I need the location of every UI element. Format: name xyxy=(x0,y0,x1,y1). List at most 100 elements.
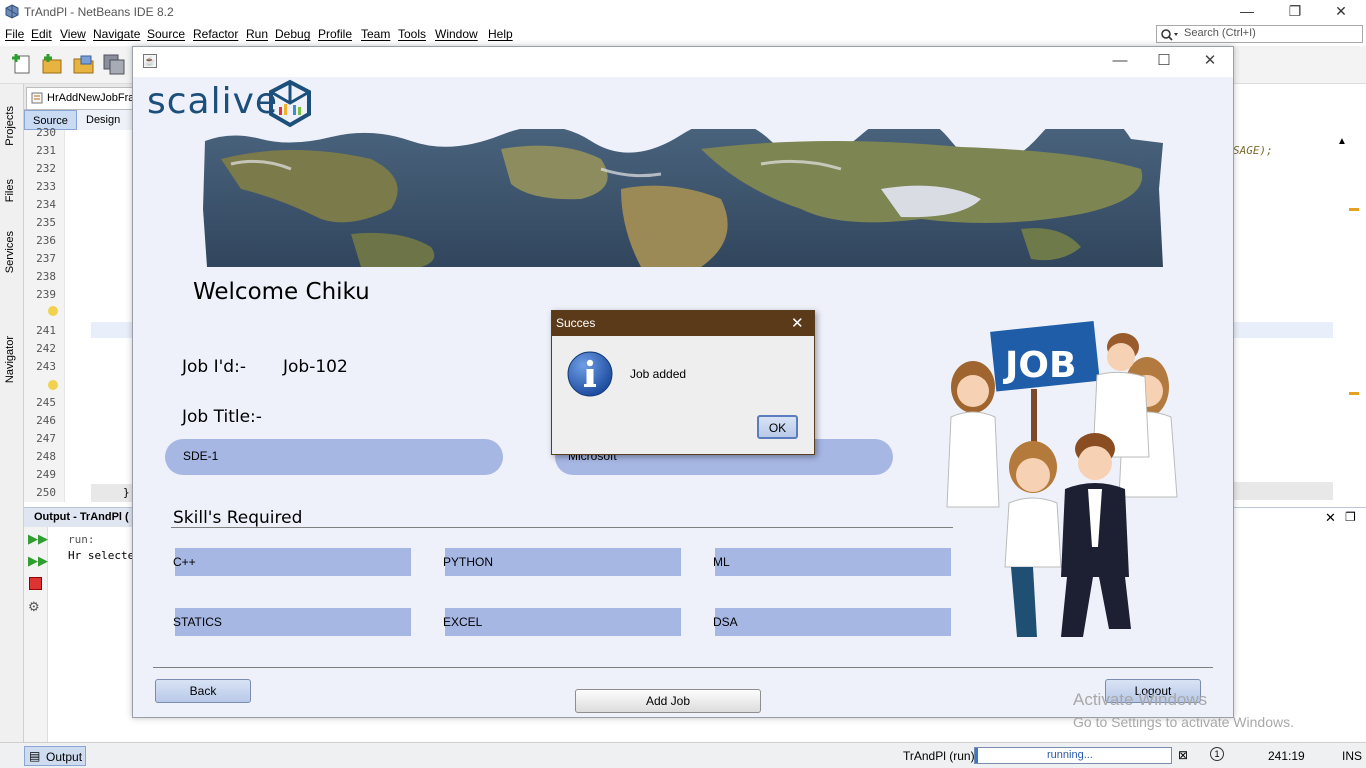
line-number: 237 xyxy=(36,252,56,265)
output-panel-header: Output - TrAndPl ( xyxy=(24,507,134,527)
skill-value: EXCEL xyxy=(443,615,483,629)
frame-close-button[interactable]: ✕ xyxy=(1187,51,1233,73)
add-job-button[interactable]: Add Job xyxy=(575,689,761,713)
code-editor[interactable]: } xyxy=(64,130,135,502)
line-number: 242 xyxy=(36,342,56,355)
editor-right-portion[interactable]: SAGE); ▲ xyxy=(1233,84,1366,502)
menu-tools[interactable]: Tools xyxy=(398,27,426,41)
skill-field-cpp[interactable]: C++ xyxy=(173,548,411,576)
information-icon xyxy=(567,351,613,397)
current-line-highlight xyxy=(91,322,135,338)
dialog-message: Job added xyxy=(630,367,687,381)
dialog-title: Succes xyxy=(556,316,596,330)
line-number: 232 xyxy=(36,162,56,175)
skill-field-excel[interactable]: EXCEL xyxy=(443,608,681,636)
warning-bulb-icon[interactable] xyxy=(48,306,58,316)
line-number: 235 xyxy=(36,216,56,229)
back-button[interactable]: Back xyxy=(155,679,251,703)
new-file-icon[interactable] xyxy=(10,52,34,76)
line-number: 238 xyxy=(36,270,56,283)
line-number: 248 xyxy=(36,450,56,463)
java-file-icon xyxy=(31,92,43,104)
output-panel-right: ✕ ❐ xyxy=(1233,507,1366,742)
menu-window[interactable]: Window xyxy=(435,27,478,41)
menu-team[interactable]: Team xyxy=(361,27,390,41)
cancel-task-icon[interactable]: ⊠ xyxy=(1178,748,1188,762)
close-window-button[interactable]: ✕ xyxy=(1318,0,1364,24)
menu-edit[interactable]: Edit xyxy=(31,27,52,41)
scroll-up-icon[interactable]: ▲ xyxy=(1337,136,1347,147)
menu-view[interactable]: View xyxy=(60,27,86,41)
editor-tab-label: HrAddNewJobFrame xyxy=(47,92,134,104)
new-project-icon[interactable] xyxy=(40,52,64,76)
ide-title-bar: TrAndPl - NetBeans IDE 8.2 — ❐ ✕ xyxy=(0,0,1366,24)
output-status-tab[interactable]: ▤ Output xyxy=(24,746,86,766)
stop-icon[interactable] xyxy=(29,577,42,590)
save-all-icon[interactable] xyxy=(102,52,126,76)
error-stripe-marker[interactable] xyxy=(1349,208,1359,211)
output-line: run: xyxy=(68,533,95,546)
line-number: 231 xyxy=(36,144,56,157)
ide-search-box[interactable]: Search (Ctrl+I) xyxy=(1156,25,1363,43)
current-line-highlight xyxy=(1233,322,1333,338)
notification-icon[interactable]: 1 xyxy=(1210,747,1224,761)
menu-debug[interactable]: Debug xyxy=(275,27,310,41)
output-panel-title[interactable]: Output - TrAndPl ( xyxy=(34,511,129,523)
menu-help[interactable]: Help xyxy=(488,27,513,41)
side-tab-projects[interactable]: Projects xyxy=(4,106,16,146)
skill-field-dsa[interactable]: DSA xyxy=(713,608,951,636)
dialog-close-button[interactable]: ✕ xyxy=(791,314,804,332)
skill-field-python[interactable]: PYTHON xyxy=(443,548,681,576)
line-number: 239 xyxy=(36,288,56,301)
minimize-button[interactable]: — xyxy=(1224,0,1270,24)
menu-source[interactable]: Source xyxy=(147,27,185,41)
activation-watermark-subtitle: Go to Settings to activate Windows. xyxy=(1073,714,1294,730)
line-number: 234 xyxy=(36,198,56,211)
menu-profile[interactable]: Profile xyxy=(318,27,352,41)
line-number: 236 xyxy=(36,234,56,247)
line-number: 246 xyxy=(36,414,56,427)
ok-button[interactable]: OK xyxy=(757,415,798,439)
progress-fill xyxy=(975,748,978,763)
side-tab-services[interactable]: Services xyxy=(4,231,16,273)
restore-button[interactable]: ❐ xyxy=(1272,0,1318,24)
frame-title-bar: ☕ — ☐ ✕ xyxy=(133,47,1233,77)
error-stripe-marker[interactable] xyxy=(1349,392,1359,395)
skill-value: ML xyxy=(713,555,730,569)
rerun-icon[interactable]: ▶▶ xyxy=(28,531,48,547)
settings-icon[interactable]: ⚙ xyxy=(28,599,40,615)
skills-divider xyxy=(171,527,953,528)
line-number: 245 xyxy=(36,396,56,409)
warning-bulb-icon[interactable] xyxy=(48,380,58,390)
line-number: 241 xyxy=(36,324,56,337)
editor-tab-hraddnewjobframe[interactable]: HrAddNewJobFrame xyxy=(26,87,134,109)
frame-maximize-button[interactable]: ☐ xyxy=(1141,51,1187,73)
menu-file[interactable]: File xyxy=(5,27,24,41)
skill-value: PYTHON xyxy=(443,555,494,569)
skill-field-statics[interactable]: STATICS xyxy=(173,608,411,636)
menu-run[interactable]: Run xyxy=(246,27,268,41)
menu-navigate[interactable]: Navigate xyxy=(93,27,140,41)
close-output-icon[interactable]: ✕ xyxy=(1325,510,1336,526)
menu-refactor[interactable]: Refactor xyxy=(193,27,238,41)
side-tab-navigator[interactable]: Navigator xyxy=(4,336,16,383)
line-number: 250 xyxy=(36,486,56,499)
job-title-field[interactable]: SDE-1 xyxy=(165,439,503,475)
job-title-label: Job Title:- xyxy=(182,407,262,427)
rerun-different-icon[interactable]: ▶▶ xyxy=(28,553,48,569)
netbeans-cube-icon xyxy=(5,4,19,19)
search-placeholder: Search (Ctrl+I) xyxy=(1184,27,1256,39)
side-tab-files[interactable]: Files xyxy=(4,179,16,202)
activation-watermark-title: Activate Windows xyxy=(1073,690,1208,709)
maximize-output-icon[interactable]: ❐ xyxy=(1345,510,1356,524)
world-map-banner xyxy=(203,129,1163,267)
job-sign-text: JOB xyxy=(1002,345,1076,386)
code-fragment: SAGE); xyxy=(1233,144,1273,157)
open-project-icon[interactable] xyxy=(72,52,96,76)
design-tab[interactable]: Design xyxy=(78,110,128,130)
line-number: 243 xyxy=(36,360,56,373)
frame-minimize-button[interactable]: — xyxy=(1097,51,1143,73)
skill-field-ml[interactable]: ML xyxy=(713,548,951,576)
job-id-value: Job-102 xyxy=(283,357,348,377)
editor-h-scroll[interactable] xyxy=(1233,482,1333,500)
